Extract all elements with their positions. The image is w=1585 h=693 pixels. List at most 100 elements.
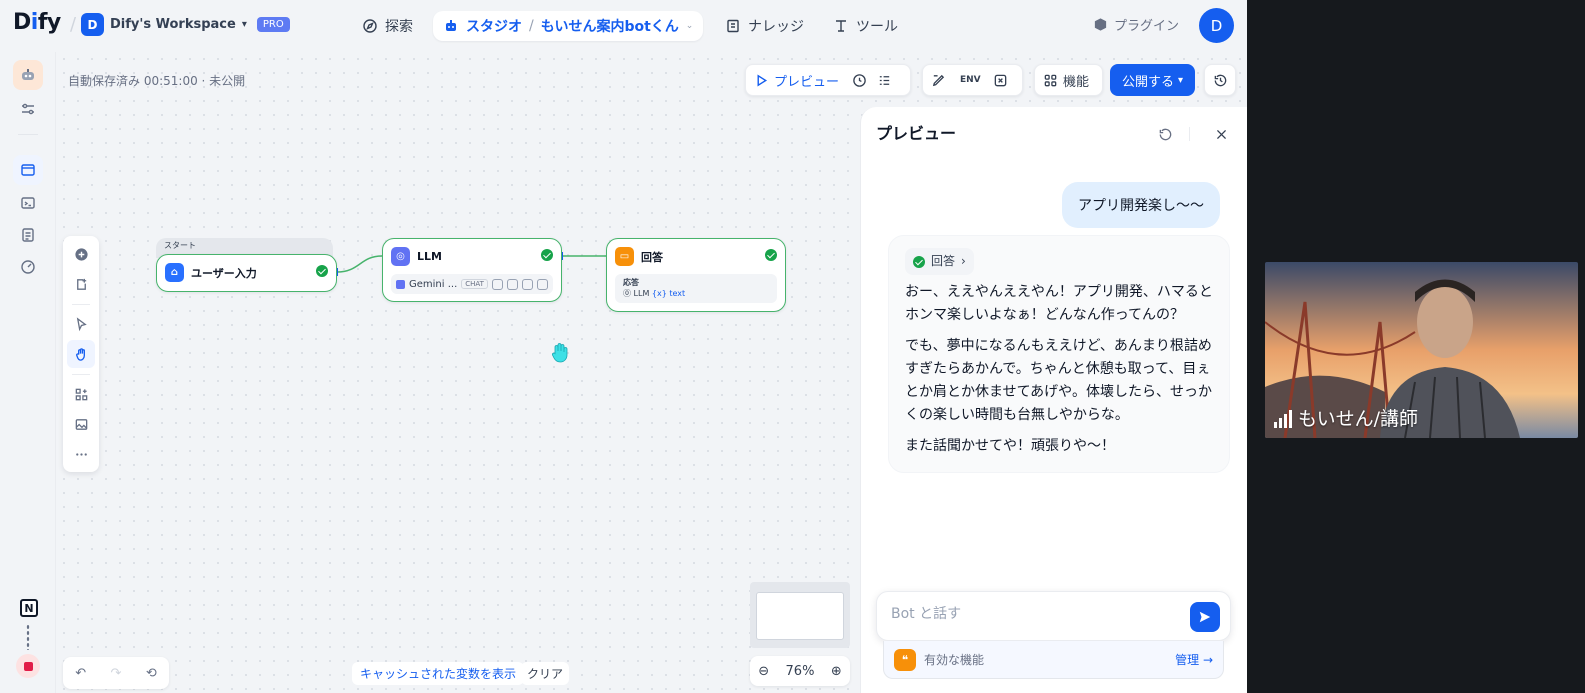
success-check-icon bbox=[913, 255, 925, 268]
workflow-chip-label: 回答 bbox=[931, 254, 956, 268]
edit-icon bbox=[932, 74, 945, 86]
chat-input-box bbox=[876, 591, 1231, 641]
model-mode-badge: CHAT bbox=[461, 279, 488, 289]
grab-cursor-icon bbox=[552, 343, 568, 363]
answer-icon: ▭ bbox=[615, 247, 634, 266]
signal-strength-icon bbox=[1274, 410, 1292, 428]
user-message: アプリ開発楽し〜〜 bbox=[1062, 182, 1220, 228]
undo-redo-group: ↶ ↷ ⟲ bbox=[63, 657, 169, 689]
dify-app-window: Dify / D Dify's Workspace ▾ PRO 探索 スタジオ … bbox=[0, 0, 1247, 693]
model-selector[interactable]: Gemini ... CHAT bbox=[391, 274, 553, 294]
quote-icon: ❝ bbox=[894, 648, 916, 671]
grid-icon bbox=[1044, 74, 1057, 86]
variable-x-icon bbox=[994, 74, 1006, 86]
answer-variable: {x} text bbox=[651, 289, 686, 298]
notion-icon[interactable]: N bbox=[20, 599, 38, 617]
stop-recording-button[interactable] bbox=[16, 654, 40, 678]
model-name: Gemini ... bbox=[409, 278, 458, 290]
gemini-icon bbox=[396, 279, 405, 289]
answer-node-title: 回答 bbox=[641, 250, 663, 264]
preview-panel: プレビュー アプリ開発楽し〜〜 回答 › おー、ええやんええやん！アプリ開発、ハ… bbox=[860, 107, 1247, 693]
success-check-icon bbox=[765, 249, 777, 261]
manage-link-label: 管理 bbox=[1175, 653, 1200, 667]
publish-button[interactable]: 公開する ▾ bbox=[1110, 64, 1196, 96]
checklist-icon bbox=[879, 75, 890, 85]
capability-icon bbox=[491, 278, 503, 290]
drag-handle-icon[interactable] bbox=[26, 624, 30, 650]
user-avatar[interactable]: D bbox=[1199, 8, 1234, 43]
restart-icon[interactable] bbox=[1156, 125, 1174, 143]
manage-features-link[interactable]: 管理 → bbox=[1175, 651, 1213, 668]
checklist-button[interactable] bbox=[872, 64, 897, 96]
answer-response-label: 応答 bbox=[623, 278, 639, 287]
send-button[interactable] bbox=[1190, 602, 1220, 632]
plugins-button[interactable]: プラグイン bbox=[1093, 15, 1179, 34]
answer-node[interactable]: ▭ 回答 応答 ⓪ LLM {x} text bbox=[606, 238, 786, 312]
layout-icon bbox=[75, 388, 87, 400]
capability-icon bbox=[521, 278, 533, 290]
minimap[interactable] bbox=[750, 582, 850, 648]
divider bbox=[72, 374, 90, 375]
image-icon bbox=[75, 418, 87, 430]
success-check-icon bbox=[541, 249, 553, 261]
features-button-label: 機能 bbox=[1063, 74, 1090, 90]
divider bbox=[1189, 127, 1190, 141]
zoom-in-icon[interactable]: ⊕ bbox=[831, 664, 842, 679]
cube-icon bbox=[1094, 18, 1107, 31]
conversation-vars-button[interactable] bbox=[923, 64, 954, 96]
start-node[interactable]: ⌂ ユーザー入力 bbox=[156, 254, 337, 292]
global-vars-button[interactable] bbox=[987, 64, 1014, 96]
chat-input[interactable] bbox=[891, 606, 1171, 622]
zoom-out-icon[interactable]: ⊖ bbox=[758, 664, 769, 679]
clear-cache-button[interactable]: クリア bbox=[521, 662, 570, 685]
edge-start-to-llm bbox=[336, 255, 383, 273]
answer-response-field: 応答 ⓪ LLM {x} text bbox=[615, 274, 777, 303]
hand-icon bbox=[75, 347, 85, 361]
participant-name: もいせん/講師 bbox=[1298, 408, 1419, 430]
zoom-controls: ⊖ 76% ⊕ bbox=[750, 656, 850, 686]
participant-label: もいせん/講師 bbox=[1274, 404, 1418, 431]
bot-message-paragraph: また話聞かせてや！頑張りや〜！ bbox=[905, 438, 1115, 454]
workflow-process-chip[interactable]: 回答 › bbox=[905, 248, 974, 275]
llm-small-icon: ⓪ bbox=[623, 289, 631, 298]
export-image-button[interactable] bbox=[67, 410, 95, 438]
clock-play-icon bbox=[853, 73, 866, 87]
more-options-button[interactable] bbox=[67, 440, 95, 468]
hand-mode-button[interactable] bbox=[67, 340, 95, 368]
redo-icon[interactable]: ↷ bbox=[111, 666, 122, 681]
capability-icon bbox=[506, 278, 518, 290]
plugins-label: プラグイン bbox=[1114, 19, 1180, 34]
video-call-tile: もいせん/講師 bbox=[1265, 262, 1578, 438]
run-history-button[interactable] bbox=[847, 64, 872, 96]
bot-message-paragraph: でも、夢中になるんもええけど、あんまり根詰めすぎたらあかんで。ちゃんと休憩も取っ… bbox=[905, 338, 1213, 423]
history-icon[interactable]: ⟲ bbox=[146, 666, 157, 681]
env-vars-button[interactable]: ENV bbox=[954, 64, 987, 96]
bot-message-paragraph: おー、ええやんええやん！アプリ開発、ハマるとホンマ楽しいよなぁ！どんなん作ってん… bbox=[905, 284, 1213, 323]
history-icon bbox=[1214, 74, 1226, 86]
bot-message: 回答 › おー、ええやんええやん！アプリ開発、ハマるとホンマ楽しいよなぁ！どんな… bbox=[888, 235, 1230, 473]
publish-button-label: 公開する bbox=[1122, 74, 1175, 90]
zoom-level[interactable]: 76% bbox=[786, 664, 815, 679]
start-node-title: ユーザー入力 bbox=[191, 266, 257, 280]
success-check-icon bbox=[316, 265, 328, 277]
version-history-button[interactable] bbox=[1204, 64, 1236, 96]
env-label: ENV bbox=[960, 75, 981, 85]
show-cached-vars-button[interactable]: キャッシュされた変数を表示 bbox=[352, 662, 525, 685]
features-toolbar-group: 機能 bbox=[1034, 64, 1103, 96]
organize-blocks-button[interactable] bbox=[67, 380, 95, 408]
nav-tools[interactable]: ツール bbox=[823, 11, 908, 41]
features-button[interactable]: 機能 bbox=[1035, 64, 1097, 96]
close-icon[interactable] bbox=[1212, 125, 1230, 143]
llm-node-title: LLM bbox=[417, 250, 442, 263]
nav-tools-label: ツール bbox=[856, 19, 898, 35]
chevron-right-icon: › bbox=[961, 254, 966, 268]
enabled-features-label: 有効な機能 bbox=[924, 653, 985, 667]
undo-icon[interactable]: ↶ bbox=[75, 666, 86, 681]
preview-panel-title: プレビュー bbox=[876, 124, 957, 143]
chevron-down-icon: ▾ bbox=[1178, 74, 1184, 86]
tools-icon bbox=[836, 20, 846, 32]
capability-icon bbox=[536, 278, 548, 290]
llm-node[interactable]: ◎ LLM Gemini ... CHAT bbox=[382, 238, 562, 302]
home-icon: ⌂ bbox=[165, 263, 184, 282]
send-icon bbox=[1199, 611, 1211, 623]
